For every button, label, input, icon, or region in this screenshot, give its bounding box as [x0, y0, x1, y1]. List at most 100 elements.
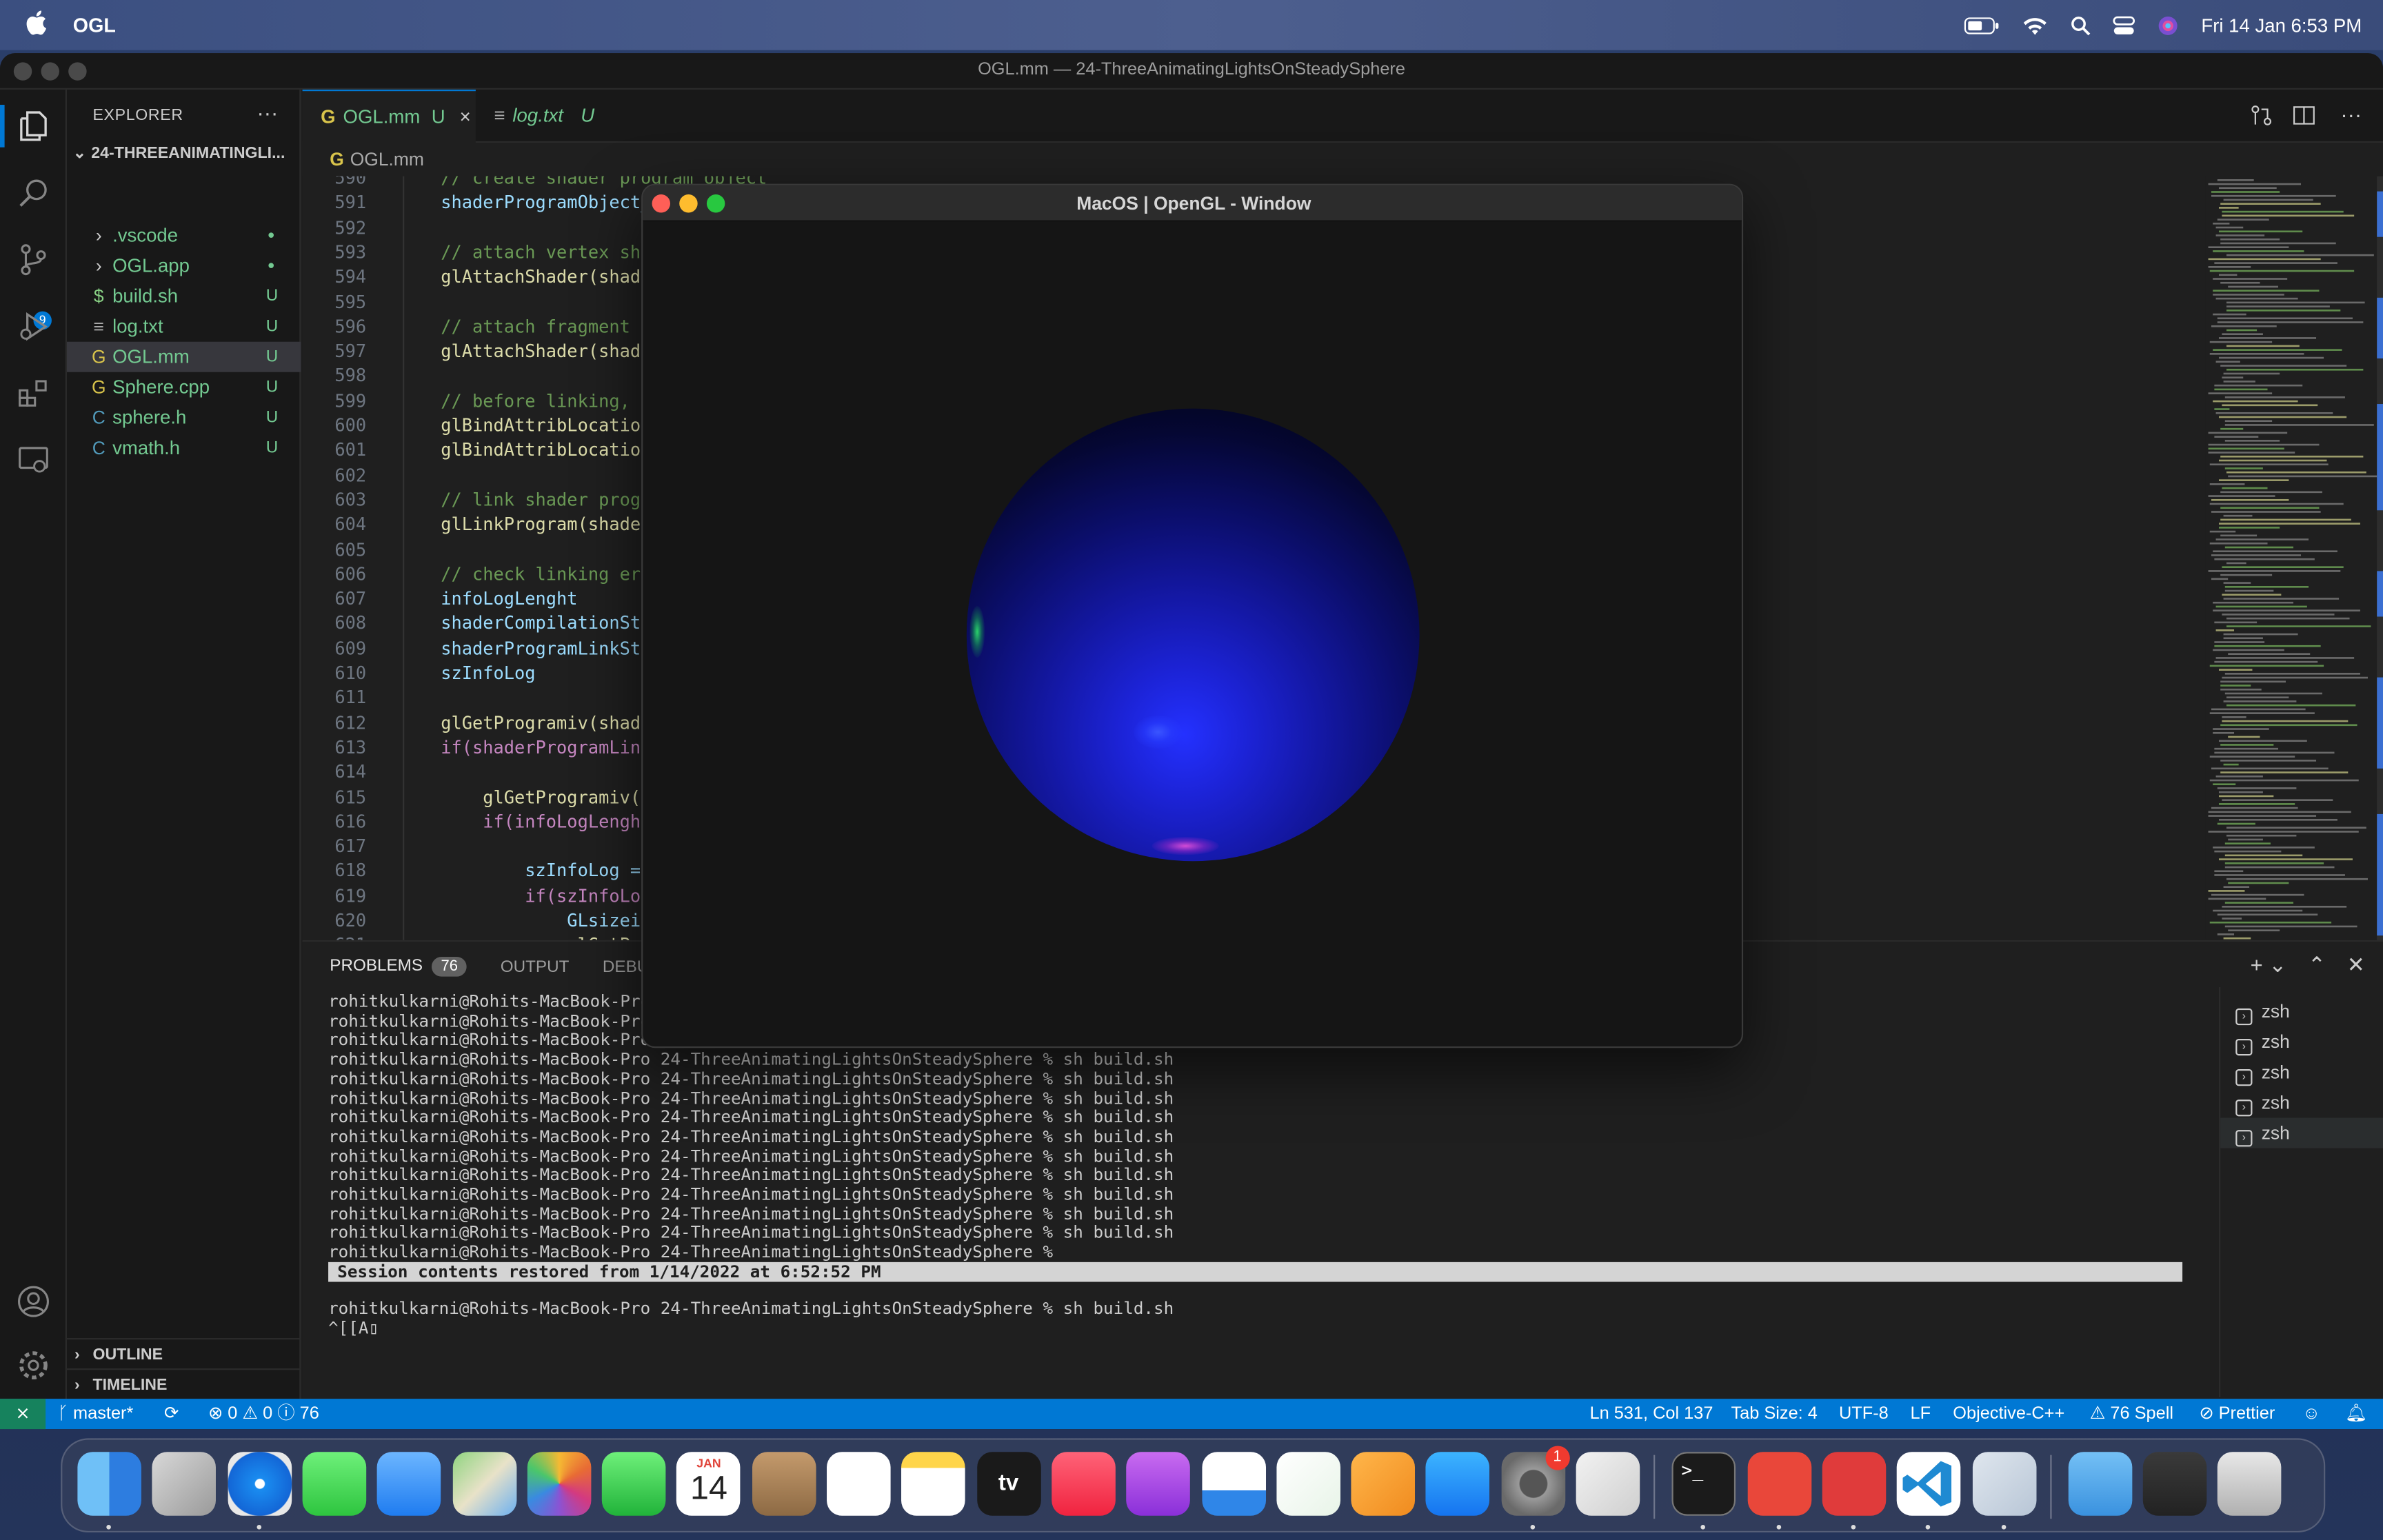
tab-log-txt[interactable]: ≡ log.txt U — [476, 90, 643, 143]
terminal-instance[interactable]: › zsh — [2220, 1026, 2383, 1057]
code-line[interactable]: GLsizei — [441, 910, 641, 931]
code-line[interactable]: glGetProgramiv(s — [441, 786, 651, 807]
problems-indicator[interactable]: ⊗ 0 ⚠ 0 ⓘ 76 — [208, 1399, 319, 1429]
file-item[interactable]: › OGL.app ● — [67, 251, 301, 281]
outline-section[interactable]: › OUTLINE — [66, 1338, 301, 1368]
feedback-icon[interactable]: ☺ — [2302, 1399, 2320, 1429]
podcasts-icon[interactable] — [1126, 1452, 1191, 1516]
terminal-prompt-area[interactable]: rohitkulkarni@Rohits-MacBook-Pro 24-Thre… — [328, 1299, 1174, 1339]
search-icon[interactable] — [15, 174, 52, 211]
battery-icon[interactable] — [1964, 14, 2001, 36]
code-line[interactable]: glBindAttribLocation — [441, 439, 651, 460]
music-icon[interactable] — [1051, 1452, 1116, 1516]
terminal-instance[interactable]: › zsh — [2220, 1087, 2383, 1117]
git-client-icon[interactable] — [1822, 1452, 1887, 1516]
app-store-icon[interactable] — [1426, 1452, 1490, 1516]
code-line[interactable]: glLinkProgram(shader — [441, 514, 651, 535]
sync-icon[interactable]: ⟳ — [164, 1399, 179, 1429]
active-app-name[interactable]: OGL — [73, 14, 116, 37]
prettier-status[interactable]: ⊘ Prettier — [2199, 1399, 2275, 1429]
code-line[interactable]: glGetProgramiv(shade — [441, 711, 651, 733]
code-line[interactable]: glAttachShader(shade — [441, 266, 651, 287]
trash-icon[interactable] — [2218, 1452, 2282, 1516]
tab-ogl-mm[interactable]: G OGL.mm U × — [302, 89, 476, 143]
preview-icon[interactable] — [1971, 1452, 2036, 1516]
numbers-icon[interactable] — [1276, 1452, 1340, 1516]
cursor-position[interactable]: Ln 531, Col 137 — [1589, 1399, 1713, 1429]
code-line[interactable]: shaderProgramLinkSta — [441, 638, 651, 659]
terminal-instance[interactable]: › zsh — [2220, 1057, 2383, 1087]
run-debug-icon[interactable] — [15, 308, 52, 345]
code-line[interactable]: // before linking, b — [441, 390, 651, 412]
file-item[interactable]: › .vscode ● — [67, 220, 301, 250]
tab-problems[interactable]: PROBLEMS 76 — [330, 957, 467, 977]
code-line[interactable]: szInfoLog = — [441, 860, 641, 882]
line-ending[interactable]: LF — [1911, 1399, 1931, 1429]
timeline-section[interactable]: › TIMELINE — [66, 1368, 301, 1399]
reminders-icon[interactable] — [827, 1452, 891, 1516]
code-line[interactable]: // check linking err — [441, 563, 651, 585]
code-line[interactable]: // attach vertex sha — [441, 241, 651, 263]
close-tab-icon[interactable]: × — [460, 106, 471, 128]
file-item[interactable]: Cvmath.h U — [67, 433, 301, 463]
code-line[interactable]: infoLogLenght — [441, 588, 577, 609]
terminal-instance[interactable]: › zsh — [2220, 1117, 2383, 1148]
breadcrumb[interactable]: G OGL.mm — [303, 143, 424, 176]
code-line[interactable]: szInfoLog — [441, 662, 535, 684]
language-mode[interactable]: Objective-C++ — [1953, 1399, 2064, 1429]
finder-icon[interactable] — [77, 1452, 141, 1516]
terminal-instance[interactable]: › zsh — [2220, 996, 2383, 1026]
vscode-icon[interactable] — [1897, 1452, 1961, 1516]
code-line[interactable]: shaderCompilationSta — [441, 613, 651, 634]
file-item[interactable]: G Sphere.cpp U — [67, 372, 301, 403]
terminal-input[interactable]: ^[[A▯ — [328, 1318, 1174, 1339]
code-line[interactable]: if(szInfoLog — [441, 885, 651, 906]
facetime-icon[interactable] — [602, 1452, 666, 1516]
accounts-icon[interactable] — [15, 1284, 52, 1320]
system-preferences-icon[interactable]: 1 — [1500, 1446, 1570, 1516]
remote-indicator-icon[interactable]: ⨯ — [0, 1399, 46, 1430]
spotlight-search-icon[interactable] — [2071, 14, 2092, 36]
notes-icon[interactable] — [901, 1452, 966, 1516]
code-line[interactable]: glBindAttribLocation — [441, 414, 651, 436]
code-line[interactable]: if(shaderProgramLink — [441, 736, 651, 758]
open-changes-icon[interactable] — [2249, 103, 2273, 135]
menubar-clock[interactable]: Fri 14 Jan 6:53 PM — [2201, 14, 2362, 36]
wifi-icon[interactable] — [2022, 14, 2049, 36]
file-item[interactable]: $ build.sh U — [67, 281, 301, 312]
explorer-icon[interactable] — [15, 108, 52, 144]
close-panel-icon[interactable]: ✕ — [2347, 952, 2365, 977]
script-editor-icon[interactable] — [1576, 1452, 1640, 1516]
maximize-panel-icon[interactable]: ⌃ — [2308, 952, 2326, 977]
tab-size[interactable]: Tab Size: 4 — [1731, 1399, 1817, 1429]
git-branch[interactable]: ᚴ master* — [58, 1399, 134, 1429]
safari-icon[interactable] — [227, 1452, 292, 1516]
new-terminal-icon[interactable]: + ⌄ — [2251, 952, 2286, 977]
apple-tv-icon[interactable]: tv — [976, 1452, 1040, 1516]
more-actions-icon[interactable]: ··· — [2340, 102, 2362, 126]
file-item[interactable]: ≡ log.txt U — [67, 312, 301, 342]
tab-output[interactable]: OUTPUT — [501, 958, 570, 975]
source-control-icon[interactable] — [15, 241, 52, 278]
workspace-root-folder[interactable]: ⌄ 24-THREEANIMATINGLI... — [73, 144, 301, 162]
minimap[interactable] — [2205, 176, 2383, 992]
downloads-folder-icon[interactable] — [2068, 1452, 2132, 1516]
file-item[interactable]: G OGL.mm U — [66, 341, 301, 372]
file-item[interactable]: Csphere.h U — [67, 403, 301, 433]
code-line[interactable]: shaderProgramObject_ — [441, 192, 651, 213]
photos-icon[interactable] — [527, 1452, 591, 1516]
explorer-more-actions[interactable]: ··· — [257, 100, 278, 124]
mail-icon[interactable] — [377, 1452, 441, 1516]
encoding[interactable]: UTF-8 — [1839, 1399, 1889, 1429]
screenshot-stack-icon[interactable] — [2142, 1452, 2207, 1516]
code-line[interactable]: if(infoLogLenght — [441, 811, 651, 832]
notifications-bell-icon[interactable]: 🔔︎ — [2345, 1399, 2367, 1429]
launchpad-icon[interactable] — [152, 1452, 217, 1516]
terminal-icon[interactable]: >_ — [1672, 1452, 1736, 1516]
code-line[interactable]: glAttachShader(shade — [441, 341, 651, 362]
split-editor-icon[interactable] — [2292, 103, 2316, 135]
spell-check[interactable]: ⚠ 76 Spell — [2090, 1399, 2173, 1429]
code-line[interactable]: // attach fragment s — [441, 316, 651, 337]
keynote-icon[interactable] — [1201, 1452, 1265, 1516]
git-icon[interactable] — [1747, 1452, 1811, 1516]
